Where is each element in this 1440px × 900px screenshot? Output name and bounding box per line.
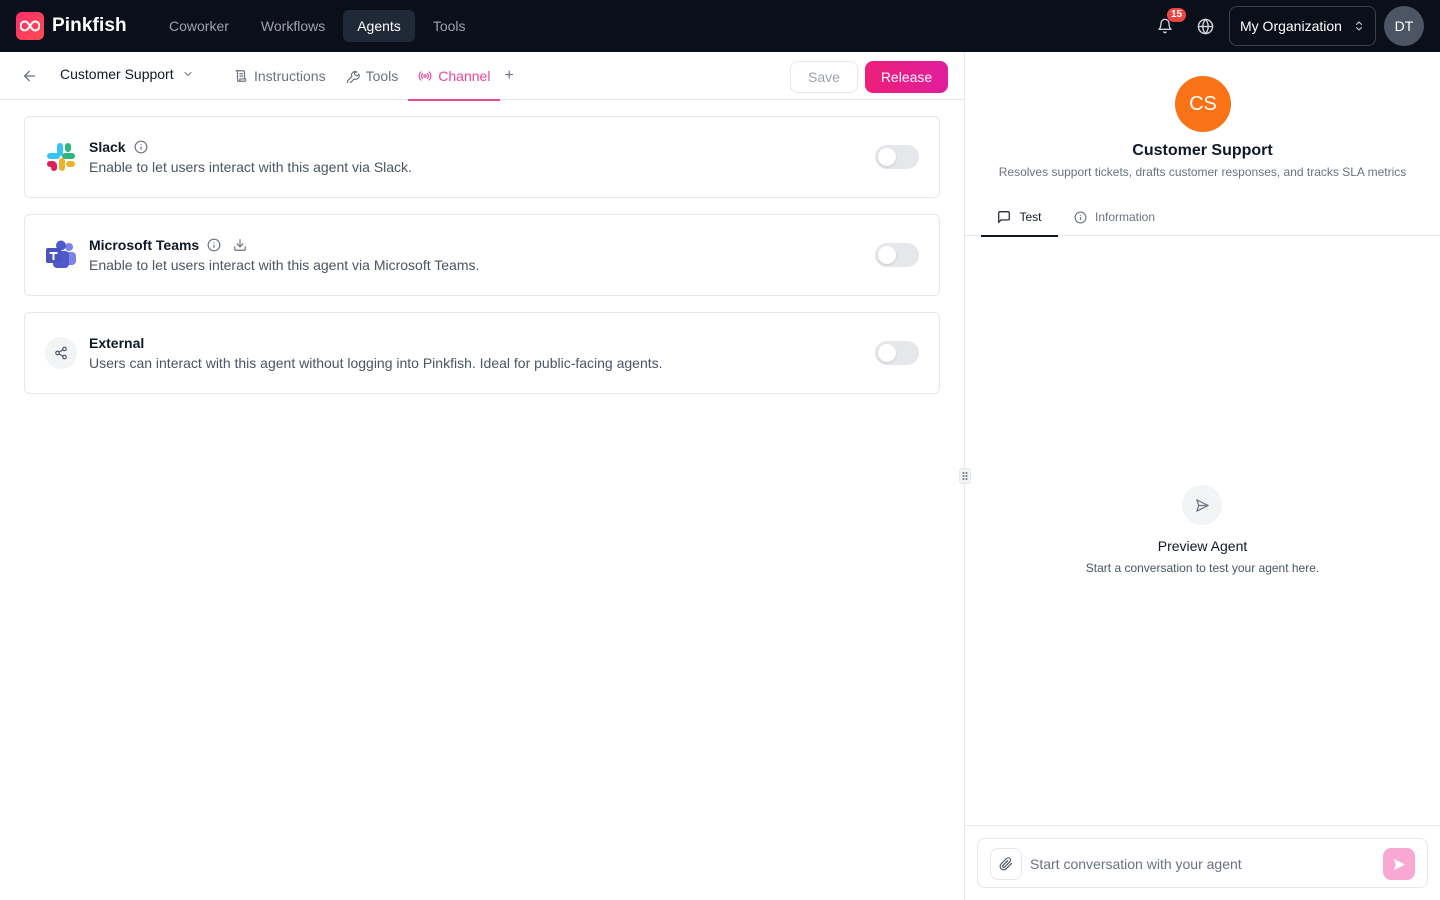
slack-toggle[interactable] xyxy=(875,145,919,169)
download-icon[interactable] xyxy=(233,238,247,252)
tab-test-label: Test xyxy=(1019,210,1042,224)
chat-input[interactable] xyxy=(1030,849,1370,879)
agent-selector[interactable]: Customer Support xyxy=(60,66,194,82)
channel-title-row: Microsoft Teams xyxy=(89,237,247,253)
organization-name: My Organization xyxy=(1240,18,1342,34)
tab-channel-label: Channel xyxy=(438,68,491,84)
top-right-controls: 15 My Organization DT xyxy=(1145,6,1424,46)
info-icon[interactable] xyxy=(134,140,148,154)
app-logo[interactable]: Pinkfish xyxy=(16,12,127,40)
toggle-knob xyxy=(878,246,896,264)
chevrons-up-down-icon xyxy=(1356,21,1362,31)
send-icon xyxy=(1195,498,1209,512)
agent-toolbar: Customer Support Instructions Tools Chan… xyxy=(0,52,964,101)
add-tab-button[interactable]: + xyxy=(500,52,517,100)
release-button[interactable]: Release xyxy=(865,61,948,93)
agent-editor-pane: Customer Support Instructions Tools Chan… xyxy=(0,52,964,900)
attach-button[interactable] xyxy=(990,848,1022,880)
tab-test[interactable]: Test xyxy=(981,198,1058,237)
nav-agents[interactable]: Agents xyxy=(343,10,415,42)
chevron-down-icon xyxy=(184,72,192,77)
nav-coworker[interactable]: Coworker xyxy=(155,10,243,42)
tab-instructions[interactable]: Instructions xyxy=(224,52,336,100)
tab-instructions-label: Instructions xyxy=(254,68,326,84)
channel-title: Slack xyxy=(89,139,126,155)
globe-icon xyxy=(1197,17,1213,35)
scroll-icon xyxy=(235,70,247,82)
save-button[interactable]: Save xyxy=(790,61,858,93)
notification-count-badge: 15 xyxy=(1167,8,1187,22)
tab-channel[interactable]: Channel xyxy=(408,52,501,101)
agent-selector-label: Customer Support xyxy=(60,66,174,82)
tab-tools[interactable]: Tools xyxy=(336,52,409,100)
nav-tools[interactable]: Tools xyxy=(419,10,480,42)
channel-description: Enable to let users interact with this a… xyxy=(89,257,480,273)
paperclip-icon xyxy=(999,857,1013,871)
channel-title: External xyxy=(89,335,145,351)
info-icon xyxy=(1074,211,1087,223)
external-channel-icon xyxy=(44,336,78,370)
message-square-icon xyxy=(998,211,1011,224)
language-button[interactable] xyxy=(1185,6,1225,46)
tab-information-label: Information xyxy=(1095,210,1156,224)
slack-icon xyxy=(44,140,78,174)
app-name: Pinkfish xyxy=(52,15,127,36)
channel-title: Microsoft Teams xyxy=(89,237,200,253)
send-button[interactable] xyxy=(1383,848,1415,880)
channel-card-external: External Users can interact with this ag… xyxy=(24,312,940,394)
channel-description: Users can interact with this agent witho… xyxy=(89,355,663,371)
pinkfish-logo-icon xyxy=(16,12,44,40)
preview-agent-description: Resolves support tickets, drafts custome… xyxy=(998,165,1407,179)
share-icon xyxy=(55,346,67,360)
agent-avatar: CS xyxy=(1175,76,1231,132)
agent-tabs: Instructions Tools Channel + xyxy=(224,52,518,101)
external-toggle[interactable] xyxy=(875,341,919,365)
info-icon[interactable] xyxy=(207,238,221,252)
nav-workflows[interactable]: Workflows xyxy=(247,10,339,42)
preview-tabs: Test Information xyxy=(965,198,1440,237)
user-avatar[interactable]: DT xyxy=(1384,6,1424,46)
tab-tools-label: Tools xyxy=(365,68,399,84)
top-navbar: Pinkfish Coworker Workflows Agents Tools… xyxy=(0,0,1440,52)
send-icon xyxy=(1393,858,1405,870)
channel-title-row: External xyxy=(89,335,144,351)
teams-icon xyxy=(44,238,78,272)
preview-agent-name: Customer Support xyxy=(1132,142,1273,159)
arrow-left-icon xyxy=(23,70,36,82)
main-nav: Coworker Workflows Agents Tools xyxy=(155,10,480,42)
channel-list: Slack Enable to let users interact with … xyxy=(24,116,940,410)
notifications-button[interactable]: 15 xyxy=(1145,6,1187,46)
organization-select[interactable]: My Organization xyxy=(1229,6,1376,46)
agent-preview-pane: CS Customer Support Resolves support tic… xyxy=(965,52,1440,900)
toggle-knob xyxy=(878,344,896,362)
tab-information[interactable]: Information xyxy=(1074,198,1155,236)
wrench-icon xyxy=(346,71,360,83)
toggle-knob xyxy=(878,148,896,166)
preview-empty-subtitle: Start a conversation to test your agent … xyxy=(1085,561,1320,575)
channel-description: Enable to let users interact with this a… xyxy=(89,159,412,175)
broadcast-icon xyxy=(418,71,432,81)
preview-send-icon-circle xyxy=(1182,485,1222,525)
teams-toggle[interactable] xyxy=(875,243,919,267)
chat-composer xyxy=(977,838,1428,888)
channel-title-row: Slack xyxy=(89,139,148,155)
channel-card-slack: Slack Enable to let users interact with … xyxy=(24,116,940,198)
channel-card-teams: Microsoft Teams Enable to let users inte… xyxy=(24,214,940,296)
composer-separator xyxy=(965,825,1440,826)
preview-empty-title: Preview Agent xyxy=(1157,538,1248,554)
back-button[interactable] xyxy=(18,64,42,88)
